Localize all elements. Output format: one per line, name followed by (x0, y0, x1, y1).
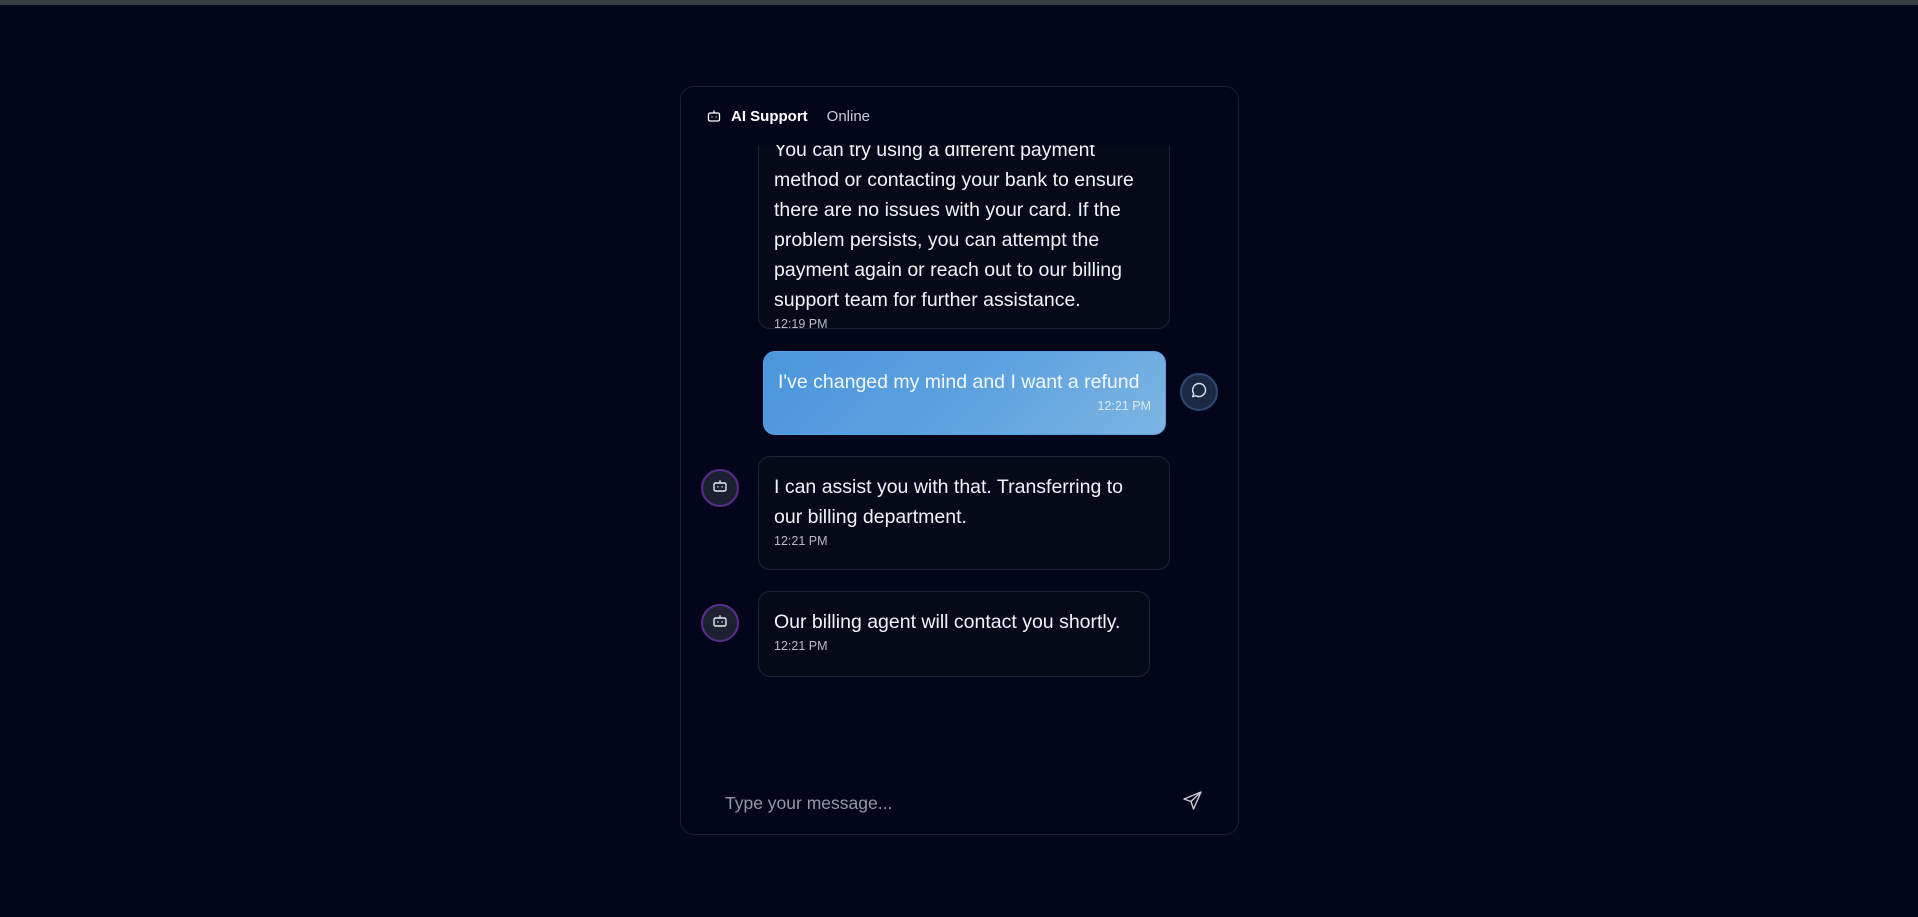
bot-message: I can assist you with that. Transferring… (758, 456, 1170, 570)
bot-icon (707, 109, 721, 123)
message-text: I can assist you with that. Transferring… (774, 476, 1123, 528)
bot-avatar (701, 604, 739, 642)
message-input-bar (681, 785, 1238, 834)
chat-title: AI Support (731, 107, 808, 125)
chat-bubble-icon (1190, 381, 1208, 404)
message-input[interactable] (725, 785, 1145, 821)
bot-icon (712, 478, 728, 499)
user-avatar (1180, 373, 1218, 411)
message-time: 12:19 PM (774, 317, 828, 331)
message-text: You can try using a different payment me… (774, 145, 1134, 311)
online-status: Online (826, 107, 871, 125)
chat-header: AI Support Online (681, 87, 1238, 145)
message-list[interactable]: You can try using a different payment me… (681, 145, 1238, 785)
send-button[interactable] (1177, 788, 1207, 818)
bot-icon (712, 613, 728, 634)
message-text: Our billing agent will contact you short… (774, 611, 1121, 633)
browser-top-strip (0, 0, 1918, 5)
chat-window: AI Support Online You can try using a di… (680, 86, 1239, 835)
bot-message: Our billing agent will contact you short… (758, 591, 1150, 677)
bot-message: You can try using a different payment me… (758, 145, 1170, 331)
bot-avatar (701, 469, 739, 507)
message-text: I've changed my mind and I want a refund (778, 371, 1140, 393)
message-time: 12:21 PM (774, 534, 828, 548)
message-time: 12:21 PM (774, 639, 828, 653)
message-time: 12:21 PM (1097, 399, 1151, 413)
send-icon (1182, 790, 1203, 816)
user-message: I've changed my mind and I want a refund… (763, 351, 1166, 435)
